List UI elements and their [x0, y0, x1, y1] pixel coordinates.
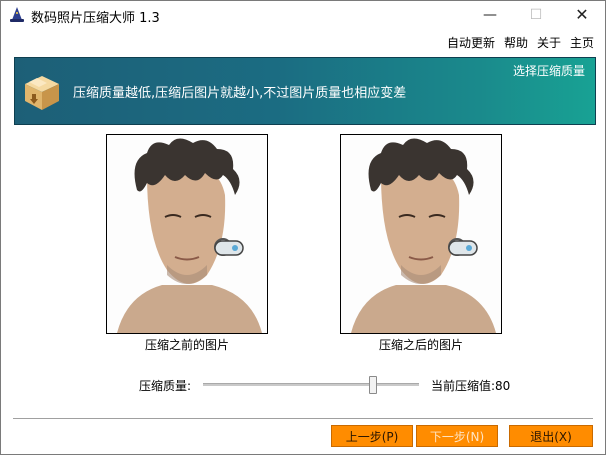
- window-title: 数码照片压缩大师 1.3: [31, 11, 160, 26]
- exit-button[interactable]: 退出(X): [509, 425, 593, 447]
- close-button[interactable]: ✕: [559, 1, 605, 29]
- portrait-image-before: [107, 135, 267, 333]
- info-banner: 选择压缩质量 压缩质量越低,压缩后图片就越小,不过图片质量也相应变差: [14, 57, 596, 125]
- before-caption: 压缩之前的图片: [144, 338, 229, 352]
- current-quality-value: 当前压缩值:80: [431, 379, 511, 393]
- previous-step-button[interactable]: 上一步(P): [331, 425, 413, 447]
- package-box-icon: [25, 76, 59, 110]
- slider-track[interactable]: [203, 383, 419, 386]
- portrait-image-after: [341, 135, 501, 333]
- quality-slider[interactable]: [203, 375, 419, 395]
- menu-about[interactable]: 关于: [537, 34, 561, 51]
- menu-help[interactable]: 帮助: [504, 34, 528, 51]
- title-bar[interactable]: 数码照片压缩大师 1.3 — ☐ ✕: [1, 1, 605, 29]
- banner-message: 压缩质量越低,压缩后图片就越小,不过图片质量也相应变差: [73, 86, 407, 101]
- after-caption: 压缩之后的图片: [378, 338, 463, 352]
- menu-auto-update[interactable]: 自动更新: [447, 34, 495, 51]
- select-quality-link[interactable]: 选择压缩质量: [513, 62, 585, 79]
- maximize-button[interactable]: ☐: [513, 1, 559, 29]
- original-photo: [106, 134, 268, 334]
- app-window: 数码照片压缩大师 1.3 — ☐ ✕ 自动更新 帮助 关于 主页 选择压缩质量 …: [0, 0, 606, 455]
- next-step-button[interactable]: 下一步(N): [416, 425, 498, 447]
- slider-thumb[interactable]: [369, 376, 377, 394]
- compressed-photo: [340, 134, 502, 334]
- menu-homepage[interactable]: 主页: [570, 34, 594, 51]
- divider: [13, 418, 593, 420]
- wizard-hat-icon: [10, 7, 24, 22]
- minimize-button[interactable]: —: [467, 1, 513, 29]
- quality-label: 压缩质量:: [139, 379, 192, 393]
